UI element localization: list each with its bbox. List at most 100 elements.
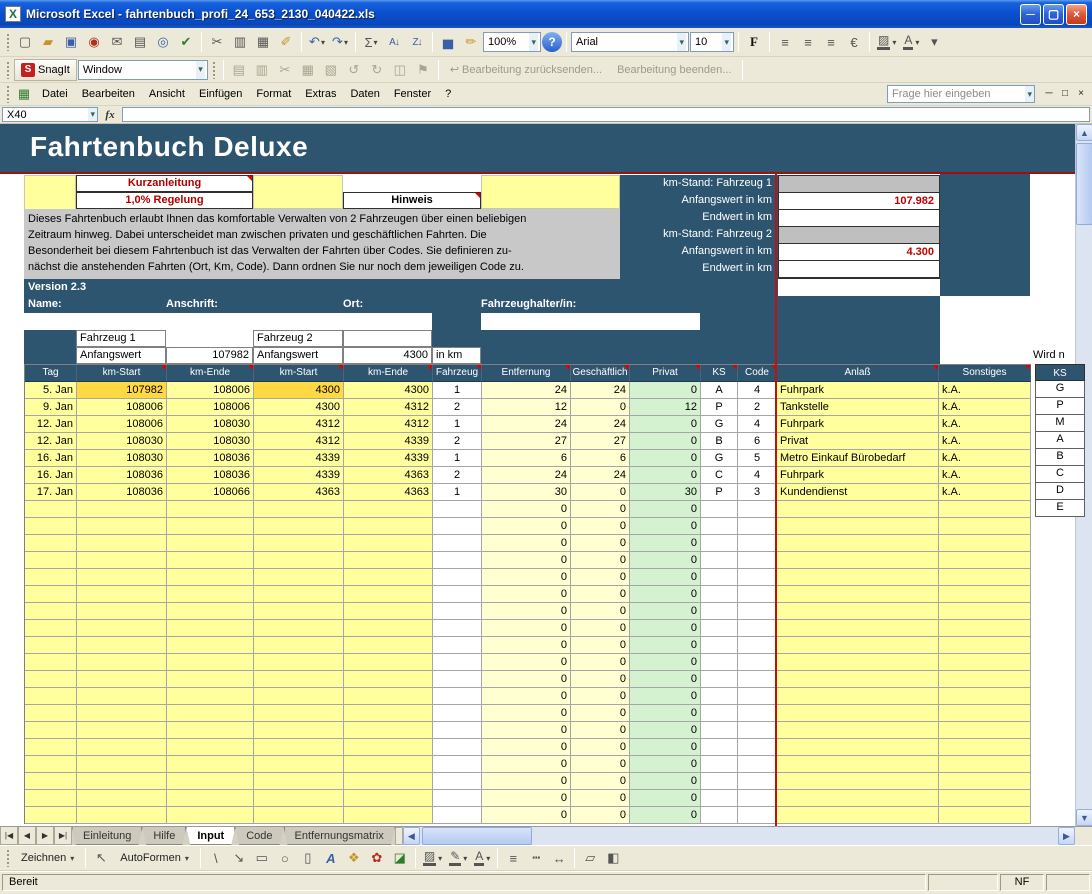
- cell[interactable]: [701, 535, 738, 552]
- scroll-right-icon[interactable]: ▶: [1058, 827, 1075, 845]
- cell[interactable]: 24: [571, 382, 630, 399]
- cell[interactable]: 0: [630, 433, 701, 450]
- cell[interactable]: [433, 671, 482, 688]
- cell[interactable]: [433, 739, 482, 756]
- cell[interactable]: 0: [630, 467, 701, 484]
- cell[interactable]: [777, 722, 939, 739]
- question-input[interactable]: Frage hier eingeben ▾: [887, 85, 1035, 103]
- cell[interactable]: [738, 773, 777, 790]
- cell[interactable]: 0: [482, 654, 571, 671]
- cell[interactable]: [939, 535, 1031, 552]
- cell[interactable]: [939, 637, 1031, 654]
- shadow-style-icon[interactable]: ▱: [579, 847, 601, 869]
- paste-sheet-icon[interactable]: ▦: [297, 59, 319, 81]
- formula-input[interactable]: [122, 107, 1090, 122]
- cell[interactable]: [701, 518, 738, 535]
- email-icon[interactable]: ✉: [106, 31, 128, 53]
- drawing-toggle-icon[interactable]: ✏: [460, 31, 482, 53]
- cell[interactable]: 0: [571, 620, 630, 637]
- cell[interactable]: [254, 501, 344, 518]
- redo-button[interactable]: ↷▾: [329, 31, 351, 53]
- cell[interactable]: [344, 722, 433, 739]
- cell[interactable]: 0: [630, 739, 701, 756]
- column-header-ks[interactable]: KS: [701, 365, 738, 382]
- cell[interactable]: 0: [571, 773, 630, 790]
- grid-icon[interactable]: ▧: [320, 59, 342, 81]
- cell[interactable]: P: [701, 399, 738, 416]
- cell[interactable]: [701, 756, 738, 773]
- cell[interactable]: [939, 739, 1031, 756]
- cell[interactable]: G: [701, 416, 738, 433]
- cell[interactable]: 0: [482, 518, 571, 535]
- cell[interactable]: P: [701, 484, 738, 501]
- wordart-icon[interactable]: A: [320, 847, 342, 869]
- cell[interactable]: [77, 688, 167, 705]
- cell[interactable]: [254, 654, 344, 671]
- cell[interactable]: [433, 620, 482, 637]
- cell[interactable]: 108036: [167, 450, 254, 467]
- cell[interactable]: [701, 773, 738, 790]
- cell[interactable]: [701, 501, 738, 518]
- cell[interactable]: 0: [630, 790, 701, 807]
- cell[interactable]: 0: [571, 790, 630, 807]
- cell[interactable]: 4339: [344, 450, 433, 467]
- cell[interactable]: [25, 603, 77, 620]
- menu-ansicht[interactable]: Ansicht: [142, 85, 192, 103]
- cell[interactable]: [344, 688, 433, 705]
- cell[interactable]: [77, 603, 167, 620]
- cell[interactable]: [738, 722, 777, 739]
- cell[interactable]: 4312: [254, 416, 344, 433]
- close-button[interactable]: ×: [1066, 4, 1087, 25]
- cell[interactable]: [167, 807, 254, 824]
- cell[interactable]: 108030: [167, 433, 254, 450]
- cell[interactable]: 0: [571, 535, 630, 552]
- cell[interactable]: [167, 688, 254, 705]
- sheet-tab-input[interactable]: Input: [186, 827, 235, 845]
- cell[interactable]: [738, 637, 777, 654]
- cell[interactable]: [433, 807, 482, 824]
- cell[interactable]: [433, 603, 482, 620]
- ks-code-cell[interactable]: E: [1035, 500, 1085, 517]
- cell[interactable]: [25, 722, 77, 739]
- cell[interactable]: [167, 603, 254, 620]
- cell[interactable]: 4363: [344, 467, 433, 484]
- ks-code-cell[interactable]: P: [1035, 398, 1085, 415]
- font-name-select[interactable]: Arial ▾: [571, 32, 689, 52]
- cell[interactable]: [777, 620, 939, 637]
- cell[interactable]: 4363: [344, 484, 433, 501]
- scroll-left-icon[interactable]: ◀: [403, 827, 420, 845]
- cell[interactable]: 24: [482, 382, 571, 399]
- menu-help[interactable]: ?: [438, 85, 458, 103]
- cell[interactable]: [25, 501, 77, 518]
- fill-color-button[interactable]: ▨▾: [874, 31, 899, 53]
- km-stand-value-cell[interactable]: [779, 261, 939, 278]
- print-icon[interactable]: ▤: [129, 31, 151, 53]
- cell[interactable]: 0: [571, 756, 630, 773]
- cell[interactable]: [939, 586, 1031, 603]
- cell[interactable]: [25, 518, 77, 535]
- cell[interactable]: 108030: [77, 433, 167, 450]
- cell[interactable]: [939, 620, 1031, 637]
- cell[interactable]: 5. Jan: [25, 382, 77, 399]
- cell[interactable]: 4339: [254, 450, 344, 467]
- ks-code-cell[interactable]: B: [1035, 449, 1085, 466]
- cell[interactable]: [433, 569, 482, 586]
- cell[interactable]: [777, 535, 939, 552]
- cell[interactable]: [939, 501, 1031, 518]
- cell[interactable]: [77, 773, 167, 790]
- cell[interactable]: [77, 807, 167, 824]
- cell[interactable]: [777, 654, 939, 671]
- zeichnen-button[interactable]: Zeichnen ▾: [14, 848, 81, 868]
- column-header-km-start[interactable]: km-Start: [254, 365, 344, 382]
- cell[interactable]: [433, 756, 482, 773]
- sheet-icon[interactable]: ▤: [228, 59, 250, 81]
- cell[interactable]: 0: [630, 807, 701, 824]
- flag-icon[interactable]: ⚑: [412, 59, 434, 81]
- km-stand-value-cell[interactable]: [779, 227, 939, 244]
- cell[interactable]: 4300: [254, 399, 344, 416]
- cell[interactable]: [25, 620, 77, 637]
- cell[interactable]: 0: [482, 688, 571, 705]
- cell[interactable]: [939, 552, 1031, 569]
- cell[interactable]: [77, 705, 167, 722]
- cell[interactable]: 108006: [77, 399, 167, 416]
